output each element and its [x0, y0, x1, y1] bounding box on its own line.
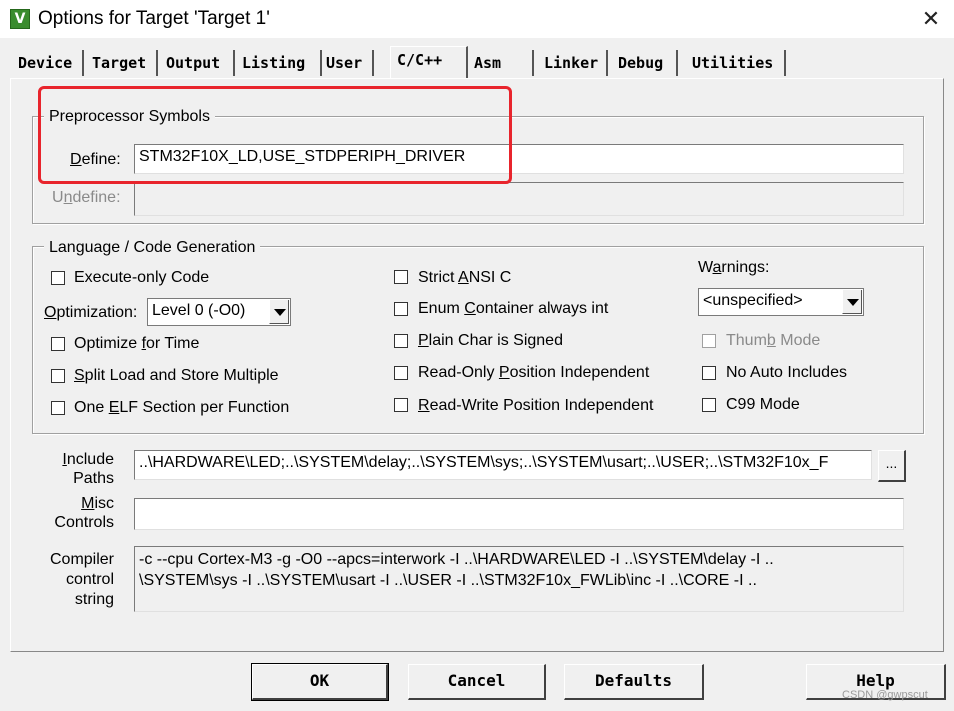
highlight-box	[38, 86, 512, 184]
rw-position-checkbox[interactable]	[394, 398, 408, 412]
ro-position-checkbox[interactable]	[394, 366, 408, 380]
undefine-input[interactable]	[134, 182, 904, 216]
close-icon[interactable]: ✕	[914, 4, 948, 34]
compiler-control-label: Compiler control string	[49, 551, 114, 608]
one-elf-checkbox[interactable]	[51, 401, 65, 415]
optimization-select[interactable]: Level 0 (-O0)	[147, 298, 291, 326]
optimization-value: Level 0 (-O0)	[152, 302, 246, 319]
thumb-mode-label: Thumb Mode	[726, 332, 821, 349]
tab-target[interactable]: Target	[88, 50, 158, 76]
thumb-mode-checkbox[interactable]	[702, 334, 716, 348]
c99-mode-label: C99 Mode	[726, 396, 800, 413]
include-paths-label: Include Paths	[62, 451, 114, 487]
execute-only-checkbox[interactable]	[51, 271, 65, 285]
language-group-title: Language / Code Generation	[44, 238, 261, 258]
plain-char-label: Plain Char is Signed	[418, 332, 563, 349]
misc-controls-input[interactable]	[134, 498, 904, 530]
uvision-app-icon: V	[10, 9, 30, 29]
one-elf-label: One ELF Section per Function	[74, 399, 290, 416]
compiler-control-string[interactable]: -c --cpu Cortex-M3 -g -O0 --apcs=interwo…	[134, 546, 904, 612]
optimize-time-checkbox[interactable]	[51, 337, 65, 351]
tab-listing[interactable]: Listing	[238, 50, 322, 76]
c99-mode-checkbox[interactable]	[702, 398, 716, 412]
plain-char-checkbox[interactable]	[394, 334, 408, 348]
no-auto-includes-checkbox[interactable]	[702, 366, 716, 380]
strict-ansi-checkbox[interactable]	[394, 270, 408, 284]
ro-position-label: Read-Only Position Independent	[418, 364, 650, 381]
tab-asm[interactable]: Asm	[470, 50, 534, 76]
warnings-select[interactable]: <unspecified>	[698, 288, 864, 316]
defaults-button[interactable]: Defaults	[564, 664, 704, 700]
split-load-checkbox[interactable]	[51, 369, 65, 383]
cancel-button[interactable]: Cancel	[408, 664, 546, 700]
enum-container-checkbox[interactable]	[394, 302, 408, 316]
include-paths-browse-button[interactable]: ...	[878, 450, 906, 482]
enum-container-label: Enum Container always int	[418, 300, 609, 317]
warnings-label: Warnings:	[698, 259, 770, 276]
ok-button[interactable]: OK	[251, 663, 389, 701]
no-auto-includes-label: No Auto Includes	[726, 364, 847, 381]
tab-linker[interactable]: Linker	[540, 50, 608, 76]
watermark: CSDN @gwpscut	[842, 689, 928, 701]
optimize-time-label: Optimize for Time	[74, 335, 200, 352]
warnings-value: <unspecified>	[703, 292, 803, 309]
execute-only-label: Execute-only Code	[74, 269, 210, 286]
chevron-down-icon[interactable]	[269, 300, 289, 324]
split-load-label: Split Load and Store Multiple	[74, 367, 279, 384]
tab-user[interactable]: User	[322, 50, 374, 76]
tab-output[interactable]: Output	[162, 50, 235, 76]
rw-position-label: Read-Write Position Independent	[418, 397, 654, 414]
tab-utilities[interactable]: Utilities	[688, 50, 786, 76]
tab-device[interactable]: Device	[14, 50, 84, 76]
include-paths-input[interactable]: ..\HARDWARE\LED;..\SYSTEM\delay;..\SYSTE…	[134, 450, 872, 480]
window-title: Options for Target 'Target 1'	[38, 8, 270, 29]
strict-ansi-label: Strict ANSI C	[418, 269, 512, 286]
misc-controls-label: Misc Controls	[54, 495, 114, 531]
tab-debug[interactable]: Debug	[614, 50, 678, 76]
tab-c-cpp[interactable]: C/C++	[390, 46, 468, 78]
optimization-label: Optimization:	[44, 304, 138, 321]
chevron-down-icon[interactable]	[842, 290, 862, 314]
undefine-label: Undefine:	[52, 189, 121, 206]
